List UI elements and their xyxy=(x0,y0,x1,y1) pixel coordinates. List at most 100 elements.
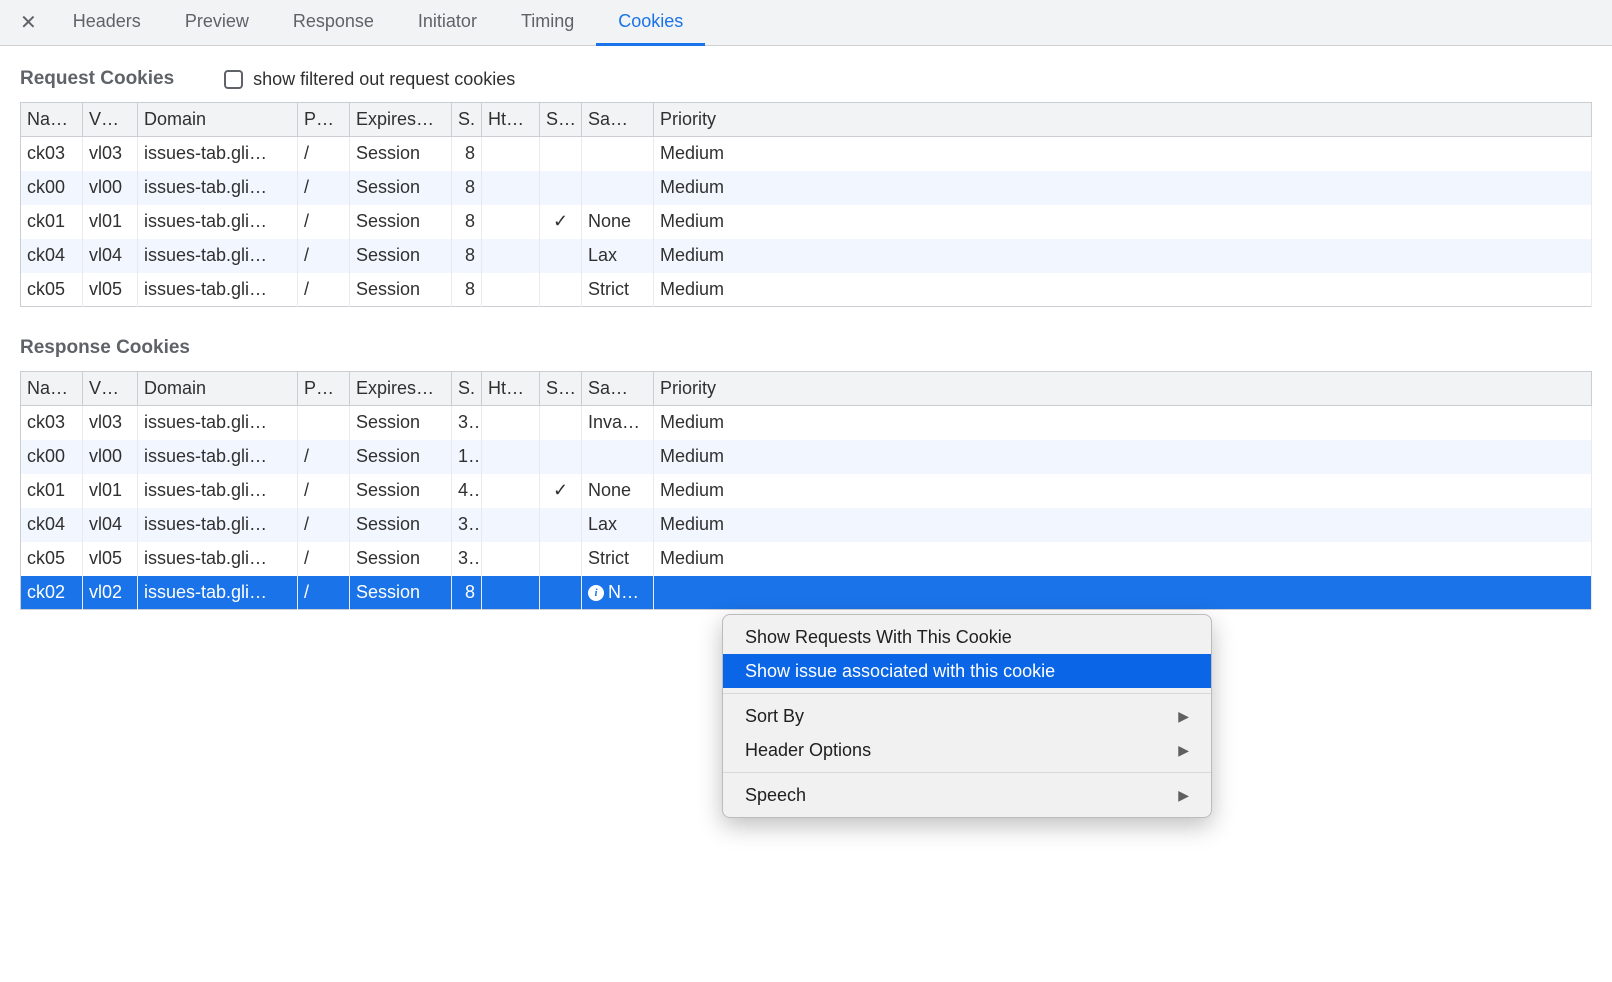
cell-name[interactable]: ck00 xyxy=(21,440,83,474)
cell-httponly[interactable] xyxy=(482,576,540,610)
cell-domain[interactable]: issues-tab.gli… xyxy=(138,273,298,307)
cell-secure[interactable] xyxy=(540,171,582,205)
cell-size[interactable]: 8 xyxy=(452,239,482,273)
tab-headers[interactable]: Headers xyxy=(51,0,163,46)
cell-path[interactable]: / xyxy=(298,137,350,171)
cell-expires[interactable]: Session xyxy=(350,508,452,542)
cell-httponly[interactable] xyxy=(482,205,540,239)
cell-name[interactable]: ck01 xyxy=(21,205,83,239)
table-row[interactable]: ck00vl00issues-tab.gli…/Session1..Medium xyxy=(21,440,1592,474)
cell-name[interactable]: ck01 xyxy=(21,474,83,508)
cell-name[interactable]: ck02 xyxy=(21,576,83,610)
cell-priority[interactable]: Medium xyxy=(654,440,1592,474)
cell-expires[interactable]: Session xyxy=(350,273,452,307)
cell-path[interactable]: / xyxy=(298,171,350,205)
cell-size[interactable]: 8 xyxy=(452,171,482,205)
cell-size[interactable]: 8 xyxy=(452,273,482,307)
cell-value[interactable]: vl05 xyxy=(83,273,138,307)
table-row[interactable]: ck02vl02issues-tab.gli…/Session8 iN… xyxy=(21,576,1592,610)
cell-path[interactable]: / xyxy=(298,205,350,239)
cell-domain[interactable]: issues-tab.gli… xyxy=(138,137,298,171)
col-value[interactable]: V… xyxy=(83,372,138,406)
cell-name[interactable]: ck04 xyxy=(21,239,83,273)
cell-samesite[interactable]: iN… xyxy=(582,576,654,610)
cell-secure[interactable]: ✓ xyxy=(540,205,582,239)
cell-priority[interactable]: Medium xyxy=(654,205,1592,239)
cell-priority[interactable]: Medium xyxy=(654,137,1592,171)
cell-path[interactable]: / xyxy=(298,576,350,610)
cell-name[interactable]: ck04 xyxy=(21,508,83,542)
cell-path[interactable]: / xyxy=(298,273,350,307)
cell-domain[interactable]: issues-tab.gli… xyxy=(138,205,298,239)
cell-domain[interactable]: issues-tab.gli… xyxy=(138,171,298,205)
cell-name[interactable]: ck03 xyxy=(21,137,83,171)
cell-value[interactable]: vl01 xyxy=(83,474,138,508)
cell-secure[interactable]: ✓ xyxy=(540,474,582,508)
cell-priority[interactable]: Medium xyxy=(654,273,1592,307)
ctx-speech[interactable]: Speech ▶ xyxy=(723,778,1211,812)
cell-path[interactable] xyxy=(298,406,350,440)
cell-size[interactable]: 8 xyxy=(452,137,482,171)
cell-path[interactable]: / xyxy=(298,474,350,508)
cell-domain[interactable]: issues-tab.gli… xyxy=(138,440,298,474)
cell-secure[interactable] xyxy=(540,576,582,610)
col-httponly[interactable]: Ht… xyxy=(482,103,540,137)
cell-expires[interactable]: Session xyxy=(350,239,452,273)
cell-httponly[interactable] xyxy=(482,406,540,440)
cell-value[interactable]: vl05 xyxy=(83,542,138,576)
cell-samesite[interactable]: Strict xyxy=(582,542,654,576)
cell-value[interactable]: vl02 xyxy=(83,576,138,610)
cell-expires[interactable]: Session xyxy=(350,576,452,610)
cell-expires[interactable]: Session xyxy=(350,440,452,474)
context-menu[interactable]: Show Requests With This Cookie Show issu… xyxy=(722,614,1212,818)
tab-response[interactable]: Response xyxy=(271,0,396,46)
col-value[interactable]: V… xyxy=(83,103,138,137)
cell-httponly[interactable] xyxy=(482,508,540,542)
cell-value[interactable]: vl01 xyxy=(83,205,138,239)
table-row[interactable]: ck04vl04issues-tab.gli…/Session8LaxMediu… xyxy=(21,239,1592,273)
col-size[interactable]: S. xyxy=(452,103,482,137)
table-row[interactable]: ck04vl04issues-tab.gli…/Session3..LaxMed… xyxy=(21,508,1592,542)
cell-domain[interactable]: issues-tab.gli… xyxy=(138,576,298,610)
cell-httponly[interactable] xyxy=(482,137,540,171)
cell-value[interactable]: vl04 xyxy=(83,239,138,273)
cell-value[interactable]: vl04 xyxy=(83,508,138,542)
cell-samesite[interactable]: Strict xyxy=(582,273,654,307)
col-priority[interactable]: Priority xyxy=(654,372,1592,406)
cell-value[interactable]: vl03 xyxy=(83,406,138,440)
cell-priority[interactable]: Medium xyxy=(654,239,1592,273)
cell-value[interactable]: vl03 xyxy=(83,137,138,171)
col-size[interactable]: S. xyxy=(452,372,482,406)
col-name[interactable]: Na… xyxy=(21,372,83,406)
cell-httponly[interactable] xyxy=(482,273,540,307)
cell-name[interactable]: ck00 xyxy=(21,171,83,205)
col-samesite[interactable]: Sa… xyxy=(582,103,654,137)
cell-secure[interactable] xyxy=(540,239,582,273)
cell-size[interactable]: 8 xyxy=(452,576,482,610)
cell-size[interactable]: 3.. xyxy=(452,542,482,576)
cell-secure[interactable] xyxy=(540,273,582,307)
cell-samesite[interactable]: Inva… xyxy=(582,406,654,440)
cell-expires[interactable]: Session xyxy=(350,205,452,239)
cell-domain[interactable]: issues-tab.gli… xyxy=(138,474,298,508)
cell-priority[interactable]: Medium xyxy=(654,542,1592,576)
ctx-show-issue[interactable]: Show issue associated with this cookie xyxy=(723,654,1211,688)
table-row[interactable]: ck05vl05issues-tab.gli…/Session8 StrictMe… xyxy=(21,273,1592,307)
cell-size[interactable]: 1.. xyxy=(452,440,482,474)
col-expires[interactable]: Expires… xyxy=(350,372,452,406)
cell-name[interactable]: ck05 xyxy=(21,542,83,576)
table-row[interactable]: ck03vl03issues-tab.gli…Session3..Inva…Me… xyxy=(21,406,1592,440)
cell-size[interactable]: 3.. xyxy=(452,406,482,440)
tab-timing[interactable]: Timing xyxy=(499,0,596,46)
cell-secure[interactable] xyxy=(540,406,582,440)
cell-samesite[interactable]: None xyxy=(582,205,654,239)
cell-secure[interactable] xyxy=(540,508,582,542)
col-expires[interactable]: Expires… xyxy=(350,103,452,137)
cell-name[interactable]: ck05 xyxy=(21,273,83,307)
cell-samesite[interactable] xyxy=(582,171,654,205)
cell-value[interactable]: vl00 xyxy=(83,440,138,474)
table-row[interactable]: ck05vl05issues-tab.gli…/Session3..Strict… xyxy=(21,542,1592,576)
cell-domain[interactable]: issues-tab.gli… xyxy=(138,239,298,273)
close-icon[interactable]: ✕ xyxy=(10,10,51,35)
col-domain[interactable]: Domain xyxy=(138,372,298,406)
